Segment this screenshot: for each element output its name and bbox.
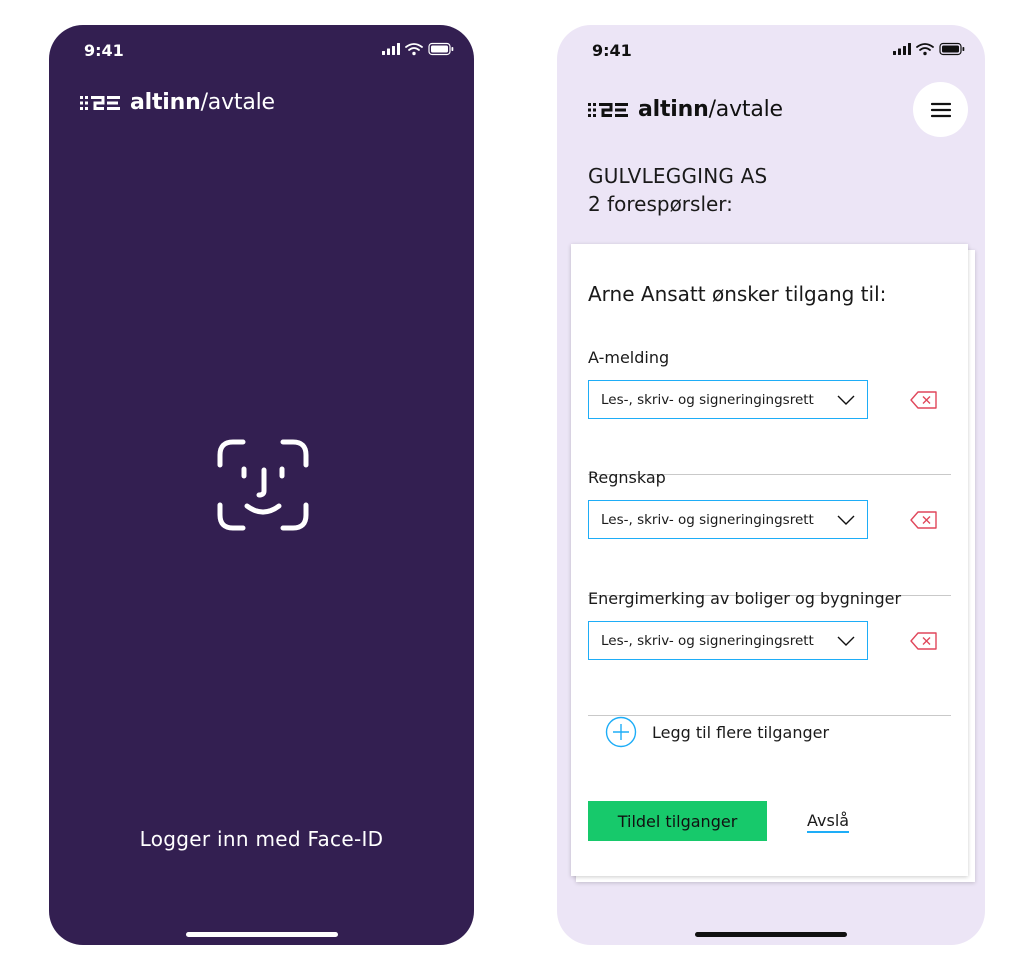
permission-level-value: Les-, skriv- og signeringingsrett <box>601 511 814 528</box>
card-title: Arne Ansatt ønsker tilgang til: <box>588 282 887 306</box>
logo-brand: altinn <box>638 97 709 122</box>
logo-brand: altinn <box>130 90 201 115</box>
altinn-logo-mark-icon <box>588 102 628 117</box>
face-id-login-screen: 9:41 altinn/avtale Logger inn med Face-I… <box>49 25 474 945</box>
home-indicator <box>185 932 338 937</box>
altinn-avtale-logo: altinn/avtale <box>80 90 275 115</box>
add-more-permissions-button[interactable]: Legg til flere tilganger <box>605 716 829 748</box>
remove-permission-button[interactable] <box>909 390 939 410</box>
permission-level-select[interactable]: Les-, skriv- og signeringingsrett <box>588 500 868 539</box>
grant-access-button[interactable]: Tildel tilganger <box>588 801 767 841</box>
home-indicator <box>695 932 847 937</box>
status-bar-icons <box>382 42 454 56</box>
permission-item: Regnskap Les-, skriv- og signeringingsre… <box>588 468 950 539</box>
remove-permission-button[interactable] <box>909 510 939 530</box>
logo-product: avtale <box>207 90 275 115</box>
access-request-screen: 9:41 altinn/avtale GULVLEGGING AS 2 fore… <box>557 25 985 945</box>
add-more-label: Legg til flere tilganger <box>652 722 830 742</box>
remove-permission-button[interactable] <box>909 631 939 651</box>
face-id-login-text: Logger inn med Face-ID <box>139 827 384 851</box>
chevron-down-icon <box>837 515 855 525</box>
status-bar-time: 9:41 <box>592 41 632 60</box>
chevron-down-icon <box>837 395 855 405</box>
altinn-avtale-logo: altinn/avtale <box>588 97 783 122</box>
company-name: GULVLEGGING AS <box>588 164 768 188</box>
permission-level-value: Les-, skriv- og signeringingsrett <box>601 391 814 408</box>
altinn-logo-mark-icon <box>80 95 120 110</box>
hamburger-menu-icon <box>930 102 951 117</box>
backspace-delete-icon <box>910 632 937 650</box>
face-id-icon <box>217 439 309 531</box>
requests-count: 2 forespørsler: <box>588 192 733 216</box>
permission-label: Regnskap <box>588 468 666 487</box>
status-bar-icons <box>893 42 965 56</box>
permission-level-select[interactable]: Les-, skriv- og signeringingsrett <box>588 380 868 419</box>
logo-product: avtale <box>715 97 783 122</box>
permission-label: A-melding <box>588 348 670 367</box>
access-request-card: Arne Ansatt ønsker tilgang til: A-meldin… <box>571 244 968 876</box>
status-bar-time: 9:41 <box>84 41 124 60</box>
decline-link[interactable]: Avslå <box>807 811 850 833</box>
permission-level-select[interactable]: Les-, skriv- og signeringingsrett <box>588 621 868 660</box>
backspace-delete-icon <box>910 391 937 409</box>
permission-level-value: Les-, skriv- og signeringingsrett <box>601 632 814 649</box>
permission-label: Energimerking av boliger og bygninger <box>588 589 902 608</box>
permission-item: Energimerking av boliger og bygninger Le… <box>588 589 950 660</box>
chevron-down-icon <box>837 636 855 646</box>
menu-button[interactable] <box>913 82 968 137</box>
permission-item: A-melding Les-, skriv- og signeringingsr… <box>588 348 950 419</box>
backspace-delete-icon <box>910 511 937 529</box>
plus-circle-icon <box>605 716 637 748</box>
